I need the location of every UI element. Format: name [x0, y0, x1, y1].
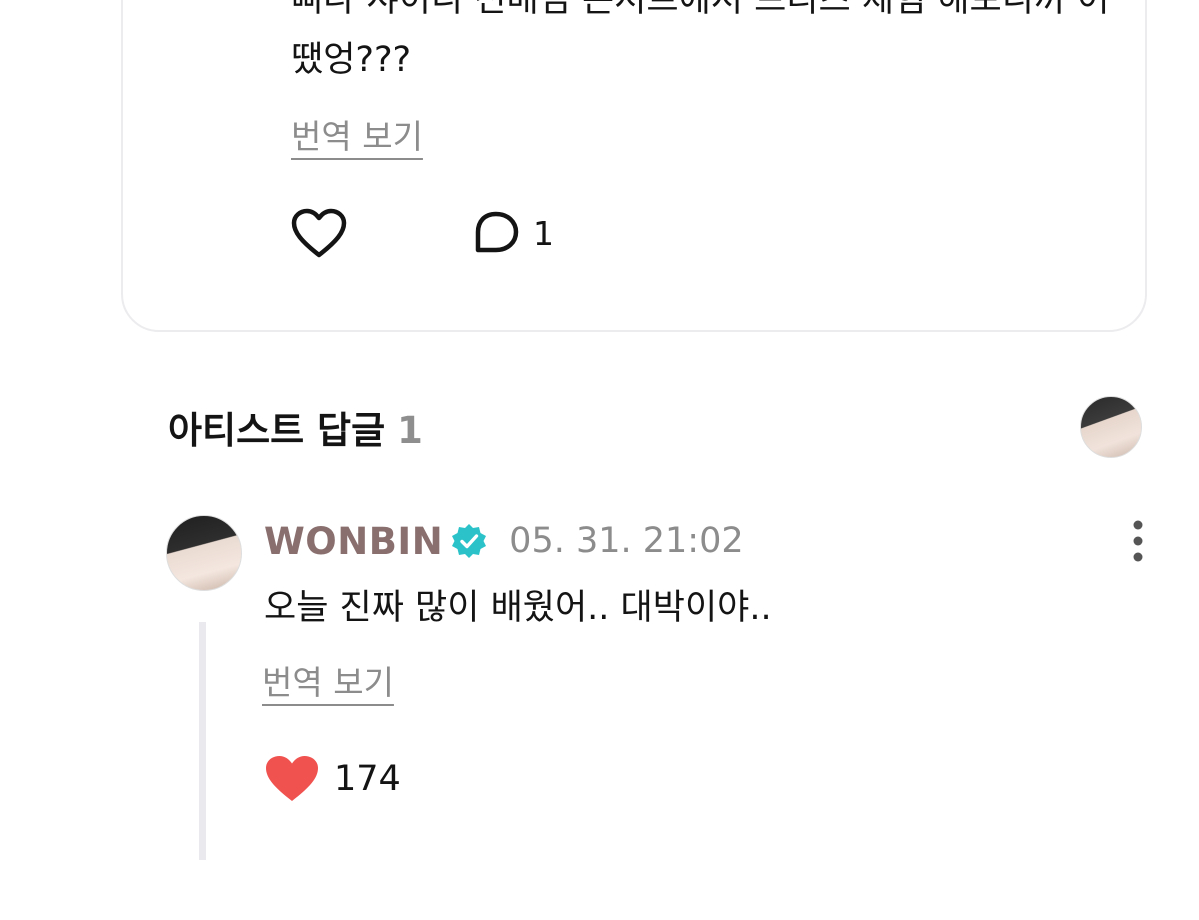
heart-filled-icon [266, 756, 318, 801]
reply-like-button[interactable]: 174 [264, 754, 401, 804]
heart-outline-icon[interactable] [291, 208, 347, 260]
artist-avatar-small[interactable] [1080, 396, 1142, 458]
reply-author-avatar[interactable] [166, 515, 242, 591]
reply-body-text: 오늘 진짜 많이 배웠어.. 대박이야.. [264, 588, 772, 628]
speech-bubble-icon [475, 211, 519, 253]
artist-replies-heading: 아티스트 답글 1 [168, 400, 423, 454]
post-comment-count: 1 [533, 213, 554, 253]
artist-replies-count: 1 [397, 409, 423, 452]
reply-author-name[interactable]: WONBIN [264, 520, 443, 563]
verified-badge-icon [452, 524, 487, 558]
post-body-text: 삐나 샤이니 선배님 콘서트에서 브리즈 체험 해보니까 어땠엉??? [291, 0, 1110, 80]
fan-post-card: 삐나 샤이니 선배님 콘서트에서 브리즈 체험 해보니까 어땠엉??? 번역 보… [121, 0, 1147, 332]
vertical-ellipsis-icon[interactable] [1122, 518, 1154, 564]
reply-timestamp: 05. 31. 21:02 [509, 521, 744, 561]
reply-header: WONBIN 05. 31. 21:02 [264, 516, 744, 566]
reply-like-count: 174 [334, 759, 401, 799]
post-comment-button[interactable]: 1 [471, 210, 554, 256]
thread-line [199, 622, 206, 860]
post-translate-link[interactable]: 번역 보기 [291, 110, 423, 158]
artist-replies-title: 아티스트 답글 [168, 409, 386, 452]
reply-translate-link[interactable]: 번역 보기 [262, 656, 394, 704]
